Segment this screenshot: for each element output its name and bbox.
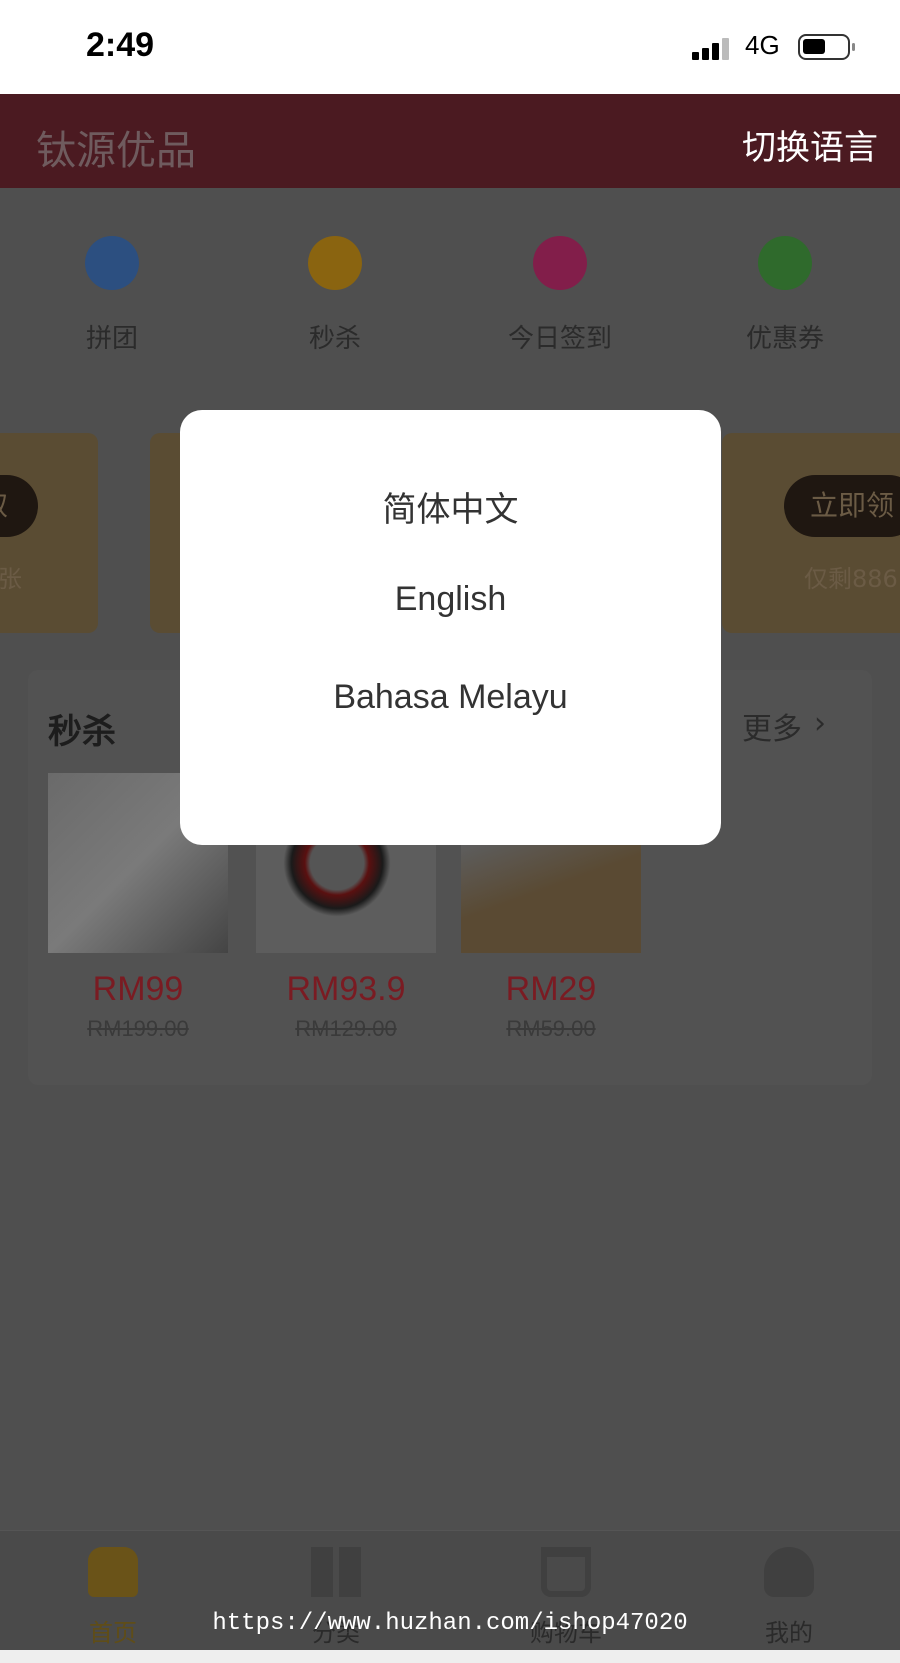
home-indicator-bar bbox=[0, 1650, 900, 1663]
language-option-ms[interactable]: Bahasa Melayu bbox=[180, 678, 721, 717]
product-price: RM93.9 bbox=[286, 970, 406, 1008]
battery-icon bbox=[798, 34, 855, 60]
alarm-clock-icon[interactable] bbox=[308, 236, 362, 290]
grid-icon[interactable] bbox=[311, 1547, 361, 1597]
language-option-zh[interactable]: 简体中文 bbox=[180, 482, 721, 531]
quick-link-flash-sale[interactable]: 秒杀 bbox=[235, 318, 435, 355]
language-option-en[interactable]: English bbox=[180, 580, 721, 619]
user-icon[interactable] bbox=[764, 1547, 814, 1597]
app-title: 钛源优品 bbox=[36, 128, 196, 174]
more-link[interactable]: 更多 bbox=[742, 704, 802, 748]
cart-icon[interactable] bbox=[541, 1547, 591, 1597]
app-header: 钛源优品 切换语言 bbox=[0, 94, 900, 188]
product-price: RM99 bbox=[92, 970, 184, 1008]
carrot-tag-icon[interactable] bbox=[758, 236, 812, 290]
home-icon[interactable] bbox=[88, 1547, 138, 1597]
status-bar: 2:49 4G bbox=[0, 0, 900, 94]
switch-language-button[interactable]: 切换语言 bbox=[742, 120, 878, 169]
quick-link-group-buy[interactable]: 拼团 bbox=[12, 318, 212, 355]
claim-now-button[interactable]: 立即领 bbox=[784, 475, 900, 537]
chevron-right-icon[interactable]: › bbox=[814, 706, 826, 741]
network-type: 4G bbox=[745, 30, 780, 60]
coupon-card: 取 张 bbox=[0, 433, 98, 633]
coupon-card: 立即领 仅剩886 bbox=[722, 433, 900, 633]
product-original-price: RM199.00 bbox=[87, 1016, 189, 1041]
coupon-remaining: 张 bbox=[0, 565, 22, 593]
product-original-price: RM129.00 bbox=[295, 1016, 397, 1041]
product-original-price: RM59.00 bbox=[506, 1016, 596, 1041]
gift-icon[interactable] bbox=[85, 236, 139, 290]
watermark: https://www.huzhan.com/ishop47020 bbox=[212, 1610, 688, 1637]
quick-link-coupons[interactable]: 优惠券 bbox=[685, 318, 885, 355]
signal-icon bbox=[692, 0, 732, 94]
claim-button[interactable]: 取 bbox=[0, 475, 39, 537]
calendar-check-icon[interactable] bbox=[533, 236, 587, 290]
quick-link-check-in[interactable]: 今日签到 bbox=[460, 318, 660, 355]
clock: 2:49 bbox=[86, 26, 155, 64]
language-dialog: 简体中文 English Bahasa Melayu bbox=[180, 410, 721, 845]
section-title: 秒杀 bbox=[48, 712, 116, 752]
coupon-remaining: 仅剩886 bbox=[804, 565, 898, 593]
product-price: RM29 bbox=[505, 970, 597, 1008]
